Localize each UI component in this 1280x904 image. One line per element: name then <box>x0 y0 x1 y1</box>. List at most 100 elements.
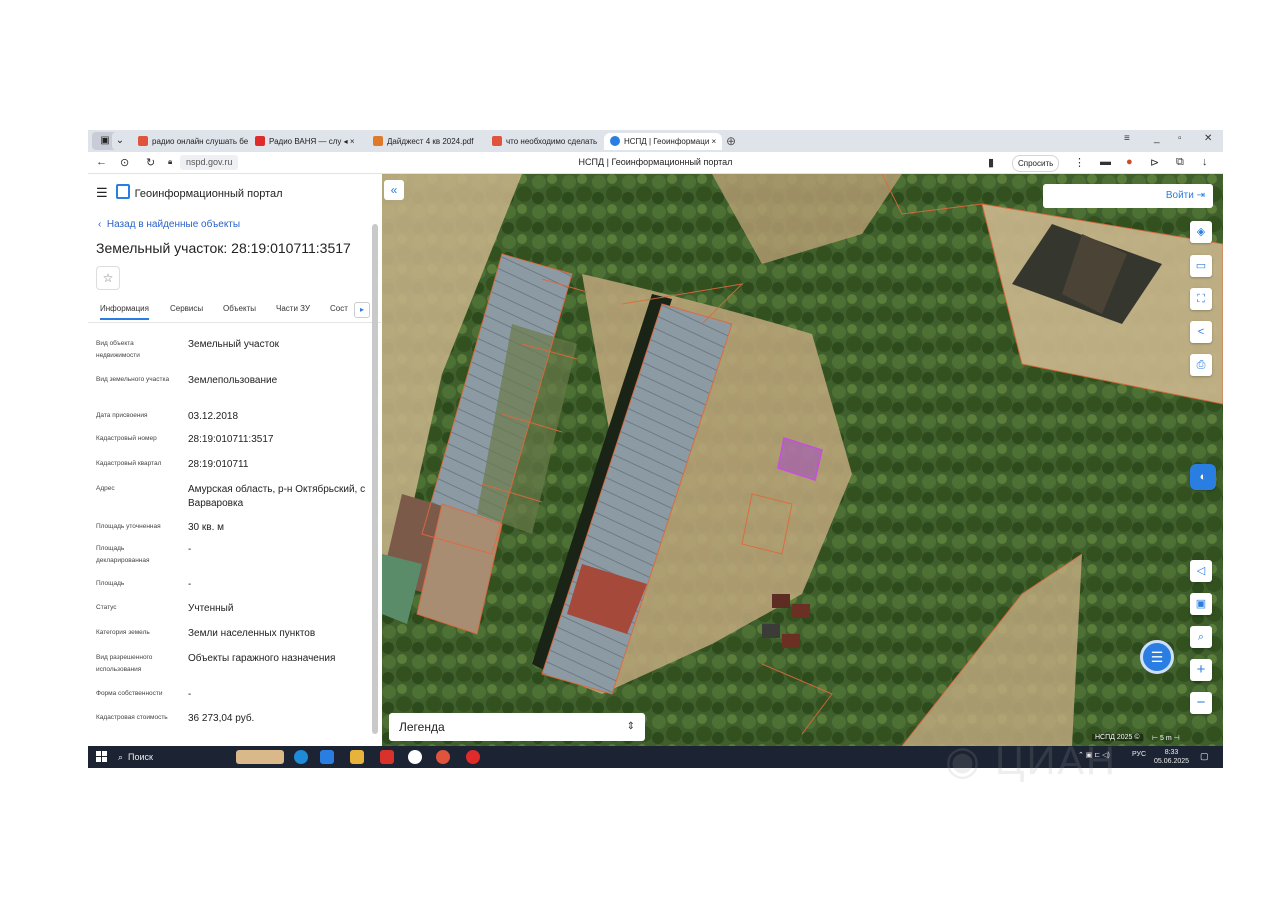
favorite-star-icon[interactable]: ☆ <box>96 266 120 290</box>
file-explorer-icon[interactable] <box>350 750 364 764</box>
tab-favicon-icon <box>138 136 148 146</box>
yandex-icon[interactable] <box>466 750 480 764</box>
field-key: Кадастровая стоимость <box>96 714 168 721</box>
portal-header: ☰ Геоинформационный портал <box>96 184 283 201</box>
zoom-in-button[interactable]: + <box>1190 659 1212 681</box>
browser-tab-active[interactable]: НСПД | Геоинформаци × <box>604 133 722 150</box>
browser-tab[interactable]: Дайджест 4 кв 2024.pdf <box>373 133 483 150</box>
field-value: Объекты гаражного назначения <box>188 653 336 664</box>
screen: ▣ ⌄ радио онлайн слушать бе Радио ВАНЯ —… <box>88 130 1223 768</box>
minimap-icon[interactable]: ▣ <box>1190 593 1212 615</box>
field-value: 28:19:010711 <box>188 459 249 470</box>
yandex-browser-icon[interactable] <box>436 750 450 764</box>
tab-label: НСПД | Геоинформаци <box>624 137 710 146</box>
browser-tab[interactable]: Радио ВАНЯ — слу ◂ × <box>255 133 363 150</box>
tab-label: Радио ВАНЯ — слу <box>269 137 342 146</box>
tabs-scroll-right-icon[interactable]: ▸ <box>354 302 370 318</box>
legend-dropdown[interactable]: Легенда ⇕ <box>389 713 645 741</box>
pdf-icon <box>373 136 383 146</box>
tab-parts[interactable]: Части ЗУ <box>276 304 310 313</box>
zoom-out-button[interactable]: − <box>1190 692 1212 714</box>
tab-favicon-icon <box>492 136 502 146</box>
profile-icon[interactable]: ● <box>1126 156 1133 168</box>
field-key: Площадь уточненная <box>96 523 161 530</box>
minimize-icon[interactable]: _ <box>1154 133 1160 144</box>
print-icon[interactable]: ⎙ <box>1190 354 1212 376</box>
field-key: Форма собственности <box>96 690 163 697</box>
satellite-map[interactable]: « Войти ⇥ ◈ ▭ ⛶ < ⎙ ◐ ◁ ▣ ⌕ + − ☰ Легенд… <box>382 174 1223 746</box>
field-key: Адрес <box>96 485 115 492</box>
collections-icon[interactable]: ⧉ <box>1176 156 1184 169</box>
ruler-icon[interactable]: ▭ <box>1190 255 1212 277</box>
notifications-icon[interactable]: ▢ <box>1200 751 1209 762</box>
login-button[interactable]: Войти ⇥ <box>1043 184 1213 208</box>
tab-label: Дайджест 4 кв 2024.pdf <box>387 137 474 146</box>
field-value: 28:19:010711:3517 <box>188 434 274 445</box>
close-icon[interactable]: ✕ <box>1204 133 1212 144</box>
field-value: - <box>188 544 192 555</box>
assistant-icon[interactable]: ◐ <box>1190 464 1216 490</box>
download-icon[interactable]: ↓ <box>1202 156 1208 168</box>
info-panel: ☰ Геоинформационный портал ‹ Назад в найд… <box>88 174 381 746</box>
browser-tab[interactable]: радио онлайн слушать бе <box>138 133 248 150</box>
bookmark-icon[interactable]: ▮ <box>988 156 994 169</box>
field-key: Вид земельного участка <box>96 376 170 383</box>
windows-start-icon[interactable] <box>96 751 107 762</box>
tab-services[interactable]: Сервисы <box>170 304 203 313</box>
back-to-results-link[interactable]: ‹ Назад в найденные объекты <box>98 219 240 230</box>
field-value: 03.12.2018 <box>188 411 239 422</box>
geolocation-icon[interactable]: ◁ <box>1190 560 1212 582</box>
edge-icon[interactable] <box>294 750 308 764</box>
tab-info[interactable]: Информация <box>100 304 149 320</box>
field-key: Дата присвоения <box>96 412 148 419</box>
info-tabs: Информация Сервисы Объекты Части ЗУ Сост… <box>88 298 381 323</box>
tab-composition[interactable]: Сост <box>330 304 348 313</box>
app-icon[interactable] <box>408 750 422 764</box>
chevron-updown-icon: ⇕ <box>626 721 635 732</box>
layers-icon[interactable]: ◈ <box>1190 221 1212 243</box>
mail-icon[interactable] <box>320 750 334 764</box>
clock-time: 8:33 <box>1164 749 1179 756</box>
satellite-image <box>382 174 1223 746</box>
browser-tab[interactable]: что необходимо сделать <box>492 133 600 150</box>
tab-label: радио онлайн слушать бе <box>152 137 248 146</box>
panel-scrollbar[interactable] <box>372 224 378 734</box>
back-link-label: Назад в найденные объекты <box>106 219 241 230</box>
more-icon[interactable]: ⋮ <box>1074 156 1085 169</box>
field-value: - <box>188 579 192 590</box>
hamburger-menu-icon[interactable]: ☰ <box>96 185 108 200</box>
field-key: Статус <box>96 604 117 611</box>
field-value: Земли населенных пунктов <box>188 628 316 639</box>
clock-date: 05.06.2025 <box>1154 758 1190 765</box>
portal-logo-icon <box>115 184 130 199</box>
share-icon[interactable]: < <box>1190 321 1212 343</box>
select-area-icon[interactable]: ⛶ <box>1190 288 1212 310</box>
menu-icon[interactable]: ≡ <box>1124 133 1130 144</box>
field-value: Учтенный <box>188 603 234 614</box>
extension-icon[interactable]: ▬ <box>1100 156 1111 168</box>
news-widget-icon[interactable] <box>236 750 284 764</box>
media-icon[interactable]: ⊳ <box>1150 156 1159 169</box>
address-bar: ← ⊙ ↻ 🔒︎ nspd.gov.ru НСПД | Геоинформаци… <box>88 152 1223 174</box>
scale-label: 5 m <box>1160 735 1172 742</box>
collapse-panel-icon[interactable]: « <box>384 180 404 200</box>
tab-objects[interactable]: Объекты <box>223 304 256 313</box>
search-location-icon[interactable]: ⌕ <box>1190 626 1212 648</box>
new-tab-icon[interactable]: ⊕ <box>726 133 740 150</box>
tab-favicon-icon <box>610 136 620 146</box>
field-key: Вид разрешенного использования <box>96 654 153 673</box>
tabs-dropdown-button[interactable]: ⌄ <box>112 132 128 150</box>
field-value: - <box>188 689 192 700</box>
tab-label: что необходимо сделать <box>506 137 598 146</box>
taskbar-search[interactable]: ⌕ Поиск <box>118 749 228 765</box>
field-key: Кадастровый номер <box>96 435 157 442</box>
language-indicator[interactable]: РУС <box>1132 751 1146 758</box>
legend-label: Легенда <box>399 720 445 734</box>
portal-name: Геоинформационный портал <box>134 188 283 200</box>
field-key: Площадь <box>96 580 125 587</box>
app-icon[interactable] <box>380 750 394 764</box>
chat-icon[interactable]: ☰ <box>1140 640 1174 674</box>
clock[interactable]: 8:33 05.06.2025 <box>1154 748 1189 766</box>
ask-button[interactable]: Спросить <box>1012 155 1060 172</box>
restore-icon[interactable]: ▫ <box>1178 133 1182 144</box>
